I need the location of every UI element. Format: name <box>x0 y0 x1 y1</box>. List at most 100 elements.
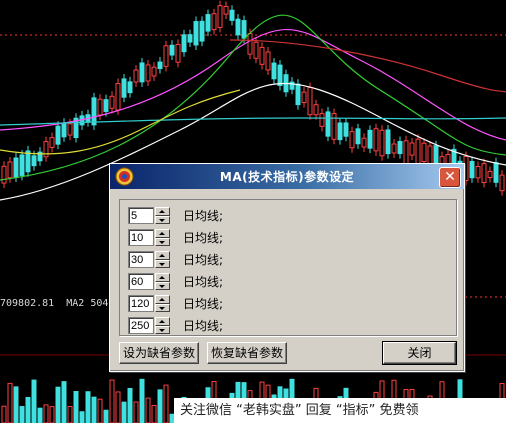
candle-body <box>7 161 13 179</box>
period-spinner[interactable] <box>155 295 170 312</box>
period-spinner[interactable] <box>155 317 170 334</box>
volume-bar <box>115 391 121 423</box>
period-input[interactable]: 120 <box>128 295 154 312</box>
spin-down-icon[interactable] <box>155 325 170 334</box>
candle-body <box>271 62 277 80</box>
period-spinner[interactable] <box>155 229 170 246</box>
period-spinner[interactable] <box>155 273 170 290</box>
candle-body <box>313 104 319 116</box>
volume-bar <box>31 379 37 423</box>
candle-body <box>307 87 313 116</box>
volume-bar <box>97 398 103 423</box>
candle-body <box>151 66 157 77</box>
volume-bar <box>103 409 109 423</box>
close-button[interactable]: 关闭 <box>382 341 457 365</box>
restore-default-button[interactable]: 恢复缺省参数 <box>207 342 287 364</box>
candle-body <box>469 161 475 179</box>
volume-bar <box>25 396 31 423</box>
candle-body <box>295 83 301 106</box>
parameter-group: 5 日均线; 10 日均线; 30 日均线; 60 日均线; 120 日均线; … <box>119 199 457 336</box>
spin-up-icon[interactable] <box>155 229 170 238</box>
candle-body <box>199 20 205 42</box>
period-input[interactable]: 250 <box>128 317 154 334</box>
candle-body <box>349 131 355 149</box>
spin-up-icon[interactable] <box>155 207 170 216</box>
candle-body <box>175 43 181 63</box>
period-spinner[interactable] <box>155 251 170 268</box>
candle-body <box>409 142 415 156</box>
candle-body <box>91 97 97 126</box>
candle-body <box>13 157 19 178</box>
volume-bar <box>55 386 61 423</box>
candle-body <box>43 141 49 158</box>
spin-down-icon[interactable] <box>155 259 170 268</box>
candle-body <box>421 142 427 162</box>
period-input[interactable]: 60 <box>128 273 154 290</box>
set-default-button[interactable]: 设为缺省参数 <box>119 342 199 364</box>
candle-body <box>157 61 163 70</box>
volume-bar <box>127 387 133 423</box>
candle-body <box>475 166 481 179</box>
candle-body <box>265 51 271 71</box>
candle-body <box>343 122 349 137</box>
candle-body <box>337 122 343 141</box>
ma-settings-dialog: MA(技术指标)参数设定 ✕ 5 日均线; 10 日均线; 30 日均线; 60… <box>109 163 465 372</box>
ticker-readout: 709802.81 MA2 5047 <box>0 296 117 312</box>
candle-body <box>487 170 493 178</box>
row-label: 日均线; <box>183 297 224 311</box>
candle-body <box>361 137 367 148</box>
volume-bar <box>79 411 85 423</box>
spin-up-icon[interactable] <box>155 295 170 304</box>
period-input[interactable]: 30 <box>128 251 154 268</box>
candle-body <box>181 34 187 53</box>
candle-body <box>109 95 115 109</box>
volume-bar <box>139 378 145 423</box>
volume-bar <box>163 384 169 423</box>
candle-body <box>49 137 55 148</box>
watermark-banner: 关注微信 “老韩实盘” 回复 “指标” 免费领 <box>174 398 506 423</box>
spin-down-icon[interactable] <box>155 215 170 224</box>
candle-body <box>253 41 259 59</box>
volume-bar <box>61 381 67 423</box>
row-label: 日均线; <box>183 319 224 333</box>
candle-body <box>493 162 499 183</box>
ma-row: 10 日均线; <box>128 228 223 247</box>
candle-body <box>373 128 379 152</box>
candle-body <box>235 18 241 36</box>
candle-body <box>391 143 397 154</box>
ma2-label: MA2 <box>66 298 85 309</box>
row-label: 日均线; <box>183 253 224 267</box>
close-icon[interactable]: ✕ <box>439 167 461 188</box>
candle-body <box>379 129 385 157</box>
volume-bar <box>73 390 79 423</box>
spin-up-icon[interactable] <box>155 317 170 326</box>
candle-body <box>223 5 229 15</box>
candle-body <box>193 21 199 46</box>
candle-body <box>247 33 253 55</box>
period-spinner[interactable] <box>155 207 170 224</box>
period-input[interactable]: 10 <box>128 229 154 246</box>
ma-row: 30 日均线; <box>128 250 223 269</box>
candle-body <box>259 46 265 65</box>
spin-up-icon[interactable] <box>155 251 170 260</box>
candle-body <box>121 78 127 98</box>
volume-bar <box>91 396 97 423</box>
candle-body <box>1 165 7 184</box>
volume-bar <box>19 406 25 423</box>
volume-bar <box>7 382 13 423</box>
candle-body <box>289 81 295 90</box>
spin-down-icon[interactable] <box>155 303 170 312</box>
volume-bar <box>109 379 115 423</box>
spin-down-icon[interactable] <box>155 281 170 290</box>
candle-body <box>67 123 73 136</box>
candle-body <box>61 122 67 138</box>
candle-body <box>103 99 109 112</box>
candle-body <box>331 113 337 140</box>
period-input[interactable]: 5 <box>128 207 154 224</box>
spin-down-icon[interactable] <box>155 237 170 246</box>
spin-up-icon[interactable] <box>155 273 170 282</box>
candle-body <box>31 155 37 167</box>
candle-body <box>277 64 283 86</box>
candle-body <box>205 14 211 32</box>
dialog-titlebar[interactable]: MA(技术指标)参数设定 ✕ <box>110 164 464 189</box>
